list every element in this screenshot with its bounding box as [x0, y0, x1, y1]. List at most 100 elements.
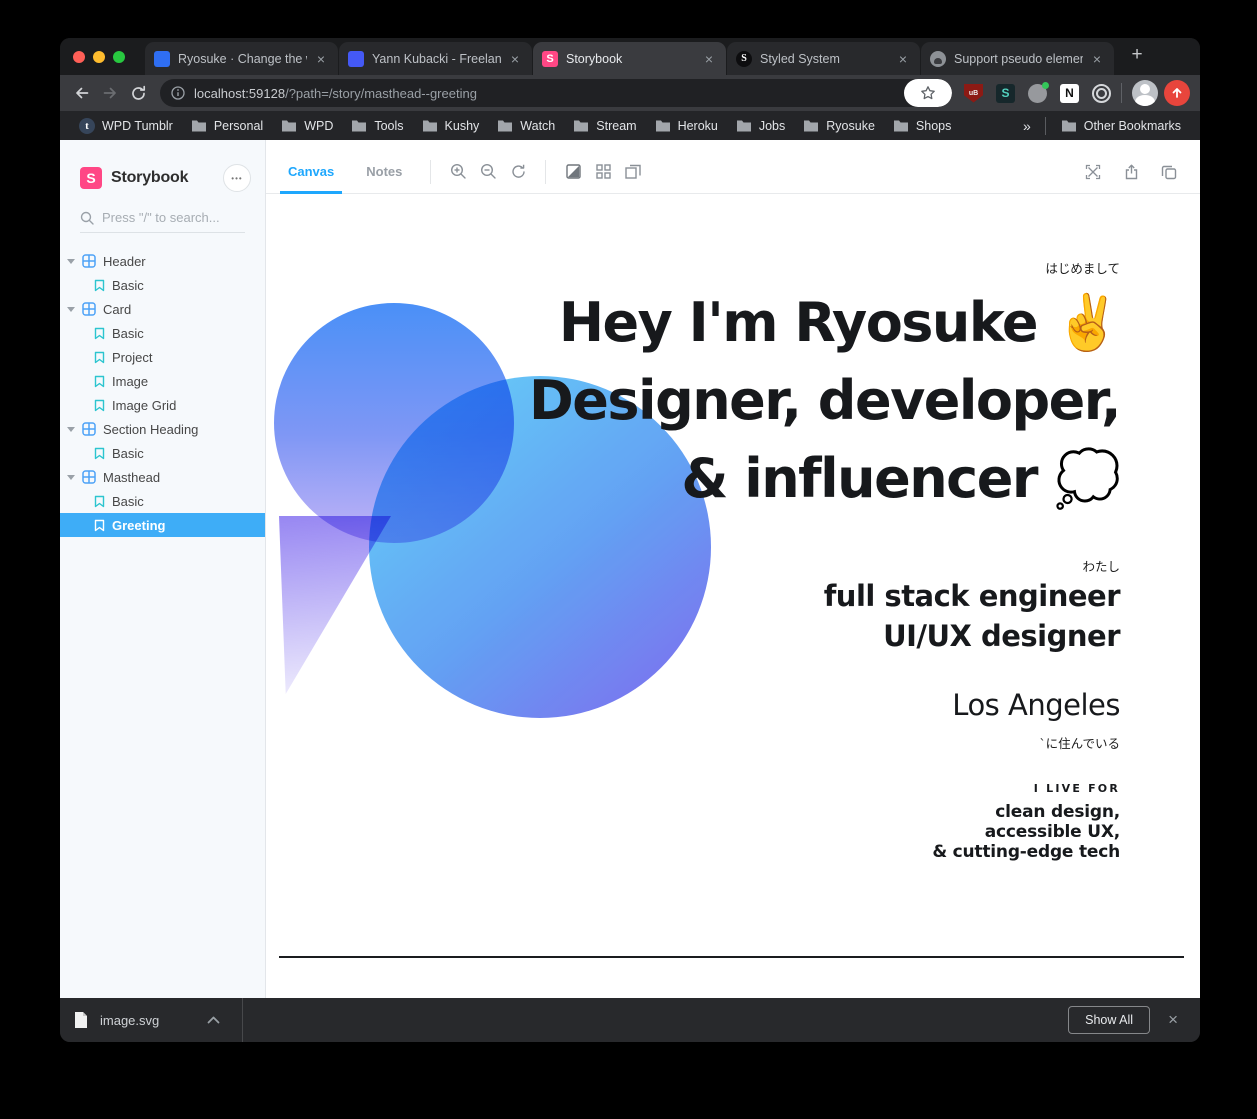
url-text: localhost:59128/?path=/story/masthead--g…: [194, 86, 477, 101]
role-line: UI/UX designer: [824, 616, 1120, 656]
tab-styled-system[interactable]: S Styled System ×: [727, 42, 920, 75]
bookmark-wpd-tumblr[interactable]: t WPD Tumblr: [70, 115, 182, 137]
zoom-reset-icon: [510, 163, 527, 180]
notion-extension-icon[interactable]: N: [1060, 84, 1079, 103]
grid-toggle-button[interactable]: [588, 157, 618, 187]
location-text: Los Angeles: [952, 688, 1120, 722]
rings-extension-icon[interactable]: [1092, 84, 1111, 103]
tab-yann-kubacki[interactable]: Yann Kubacki - Freelan ×: [339, 42, 532, 75]
roles-text: full stack engineer UI/UX designer: [824, 576, 1120, 656]
copy-link-button[interactable]: [1154, 157, 1184, 187]
tab-github-pseudo[interactable]: Support pseudo elemen ×: [921, 42, 1114, 75]
tab-title: Ryosuke · Change the w: [178, 52, 307, 66]
tab-notes[interactable]: Notes: [350, 150, 418, 193]
background-toggle-button[interactable]: [558, 157, 588, 187]
browser-toolbar: localhost:59128/?path=/story/masthead--g…: [60, 75, 1200, 111]
sidebar-search[interactable]: [80, 210, 245, 233]
viewport-button[interactable]: [618, 157, 648, 187]
storybook-app: S Storybook ••• Header Bas: [60, 140, 1200, 998]
bookmark-folder-jobs[interactable]: Jobs: [727, 116, 794, 136]
close-window-button[interactable]: [73, 51, 85, 63]
sidebar-menu-button[interactable]: •••: [223, 164, 251, 192]
address-bar[interactable]: localhost:59128/?path=/story/masthead--g…: [160, 79, 952, 107]
bookmark-folder-watch[interactable]: Watch: [488, 116, 564, 136]
bookmark-folder-personal[interactable]: Personal: [182, 116, 272, 136]
stylus-extension-icon[interactable]: S: [996, 84, 1015, 103]
github-favicon-icon: [930, 51, 946, 67]
open-in-new-tab-button[interactable]: [1116, 157, 1146, 187]
zoom-in-button[interactable]: [443, 157, 473, 187]
story-bookmark-icon: [94, 495, 105, 508]
close-tab-icon[interactable]: ×: [507, 51, 523, 67]
live-for-item: accessible UX,: [932, 822, 1120, 842]
contrast-icon: [566, 164, 581, 179]
minimize-window-button[interactable]: [93, 51, 105, 63]
bookmark-folder-wpd[interactable]: WPD: [272, 116, 342, 136]
tab-canvas[interactable]: Canvas: [272, 150, 350, 193]
collapse-caret-icon[interactable]: [67, 475, 75, 480]
tab-ryosuke[interactable]: Ryosuke · Change the w ×: [145, 42, 338, 75]
profile-avatar[interactable]: [1132, 80, 1158, 106]
sidebar-component-masthead[interactable]: Masthead: [60, 465, 265, 489]
close-downloads-icon[interactable]: ×: [1168, 1010, 1178, 1030]
bookmark-folder-tools[interactable]: Tools: [342, 116, 412, 136]
share-icon: [1124, 164, 1139, 180]
bookmark-star-button[interactable]: [904, 79, 952, 107]
zoom-reset-button[interactable]: [503, 157, 533, 187]
sidebar-story-card-image[interactable]: Image: [60, 369, 265, 393]
close-tab-icon[interactable]: ×: [701, 51, 717, 67]
bookmark-folder-heroku[interactable]: Heroku: [646, 116, 727, 136]
show-all-downloads-button[interactable]: Show All: [1068, 1006, 1150, 1034]
bookmark-folder-stream[interactable]: Stream: [564, 116, 645, 136]
bookmark-folder-ryosuke[interactable]: Ryosuke: [794, 116, 884, 136]
collapse-caret-icon[interactable]: [67, 307, 75, 312]
storybook-favicon-icon: S: [542, 51, 558, 67]
bookmark-folder-kushy[interactable]: Kushy: [413, 116, 489, 136]
sidebar-story-card-project[interactable]: Project: [60, 345, 265, 369]
back-button[interactable]: [68, 79, 96, 107]
fullscreen-button[interactable]: [1078, 157, 1108, 187]
browser-window: Ryosuke · Change the w × Yann Kubacki - …: [60, 38, 1200, 1042]
tab-storybook-active[interactable]: S Storybook ×: [533, 42, 726, 75]
forward-button[interactable]: [96, 79, 124, 107]
zoom-out-button[interactable]: [473, 157, 503, 187]
sidebar-story-section-basic[interactable]: Basic: [60, 441, 265, 465]
story-label: Basic: [112, 446, 144, 461]
zoom-window-button[interactable]: [113, 51, 125, 63]
back-arrow-icon: [77, 89, 88, 98]
ublock-extension-icon[interactable]: uB: [964, 84, 983, 103]
new-tab-button[interactable]: +: [1123, 41, 1151, 69]
collapse-caret-icon[interactable]: [67, 259, 75, 264]
folder-icon: [497, 119, 513, 132]
sidebar-story-card-image-grid[interactable]: Image Grid: [60, 393, 265, 417]
update-arrow-icon: [1171, 87, 1183, 99]
sidebar-component-section-heading[interactable]: Section Heading: [60, 417, 265, 441]
search-icon: [80, 211, 94, 225]
page-info-icon[interactable]: [171, 86, 185, 100]
tab-title: Yann Kubacki - Freelan: [372, 52, 501, 66]
search-input[interactable]: [102, 210, 242, 225]
download-filename[interactable]: image.svg: [100, 1013, 159, 1028]
other-bookmarks-button[interactable]: Other Bookmarks: [1052, 116, 1190, 136]
bookmarks-overflow-button[interactable]: »: [1015, 118, 1039, 134]
sidebar-story-card-basic[interactable]: Basic: [60, 321, 265, 345]
bookmark-folder-shops[interactable]: Shops: [884, 116, 960, 136]
sidebar-story-header-basic[interactable]: Basic: [60, 273, 265, 297]
sidebar-component-card[interactable]: Card: [60, 297, 265, 321]
download-options-button[interactable]: [207, 1016, 220, 1024]
close-tab-icon[interactable]: ×: [895, 51, 911, 67]
forward-arrow-icon: [105, 89, 116, 98]
ryosuke-favicon-icon: [154, 51, 170, 67]
close-tab-icon[interactable]: ×: [1089, 51, 1105, 67]
close-tab-icon[interactable]: ×: [313, 51, 329, 67]
collapse-caret-icon[interactable]: [67, 427, 75, 432]
chrome-update-button[interactable]: [1164, 80, 1190, 106]
story-preview: はじめまして Hey I'm Ryosuke ✌️ Designer, deve…: [266, 194, 1200, 998]
reload-button[interactable]: [124, 79, 152, 107]
sidebar-story-masthead-basic[interactable]: Basic: [60, 489, 265, 513]
yann-favicon-icon: [348, 51, 364, 67]
gear-extension-icon[interactable]: [1028, 84, 1047, 103]
story-label: Basic: [112, 326, 144, 341]
sidebar-story-masthead-greeting-selected[interactable]: Greeting: [60, 513, 265, 537]
sidebar-component-header[interactable]: Header: [60, 249, 265, 273]
